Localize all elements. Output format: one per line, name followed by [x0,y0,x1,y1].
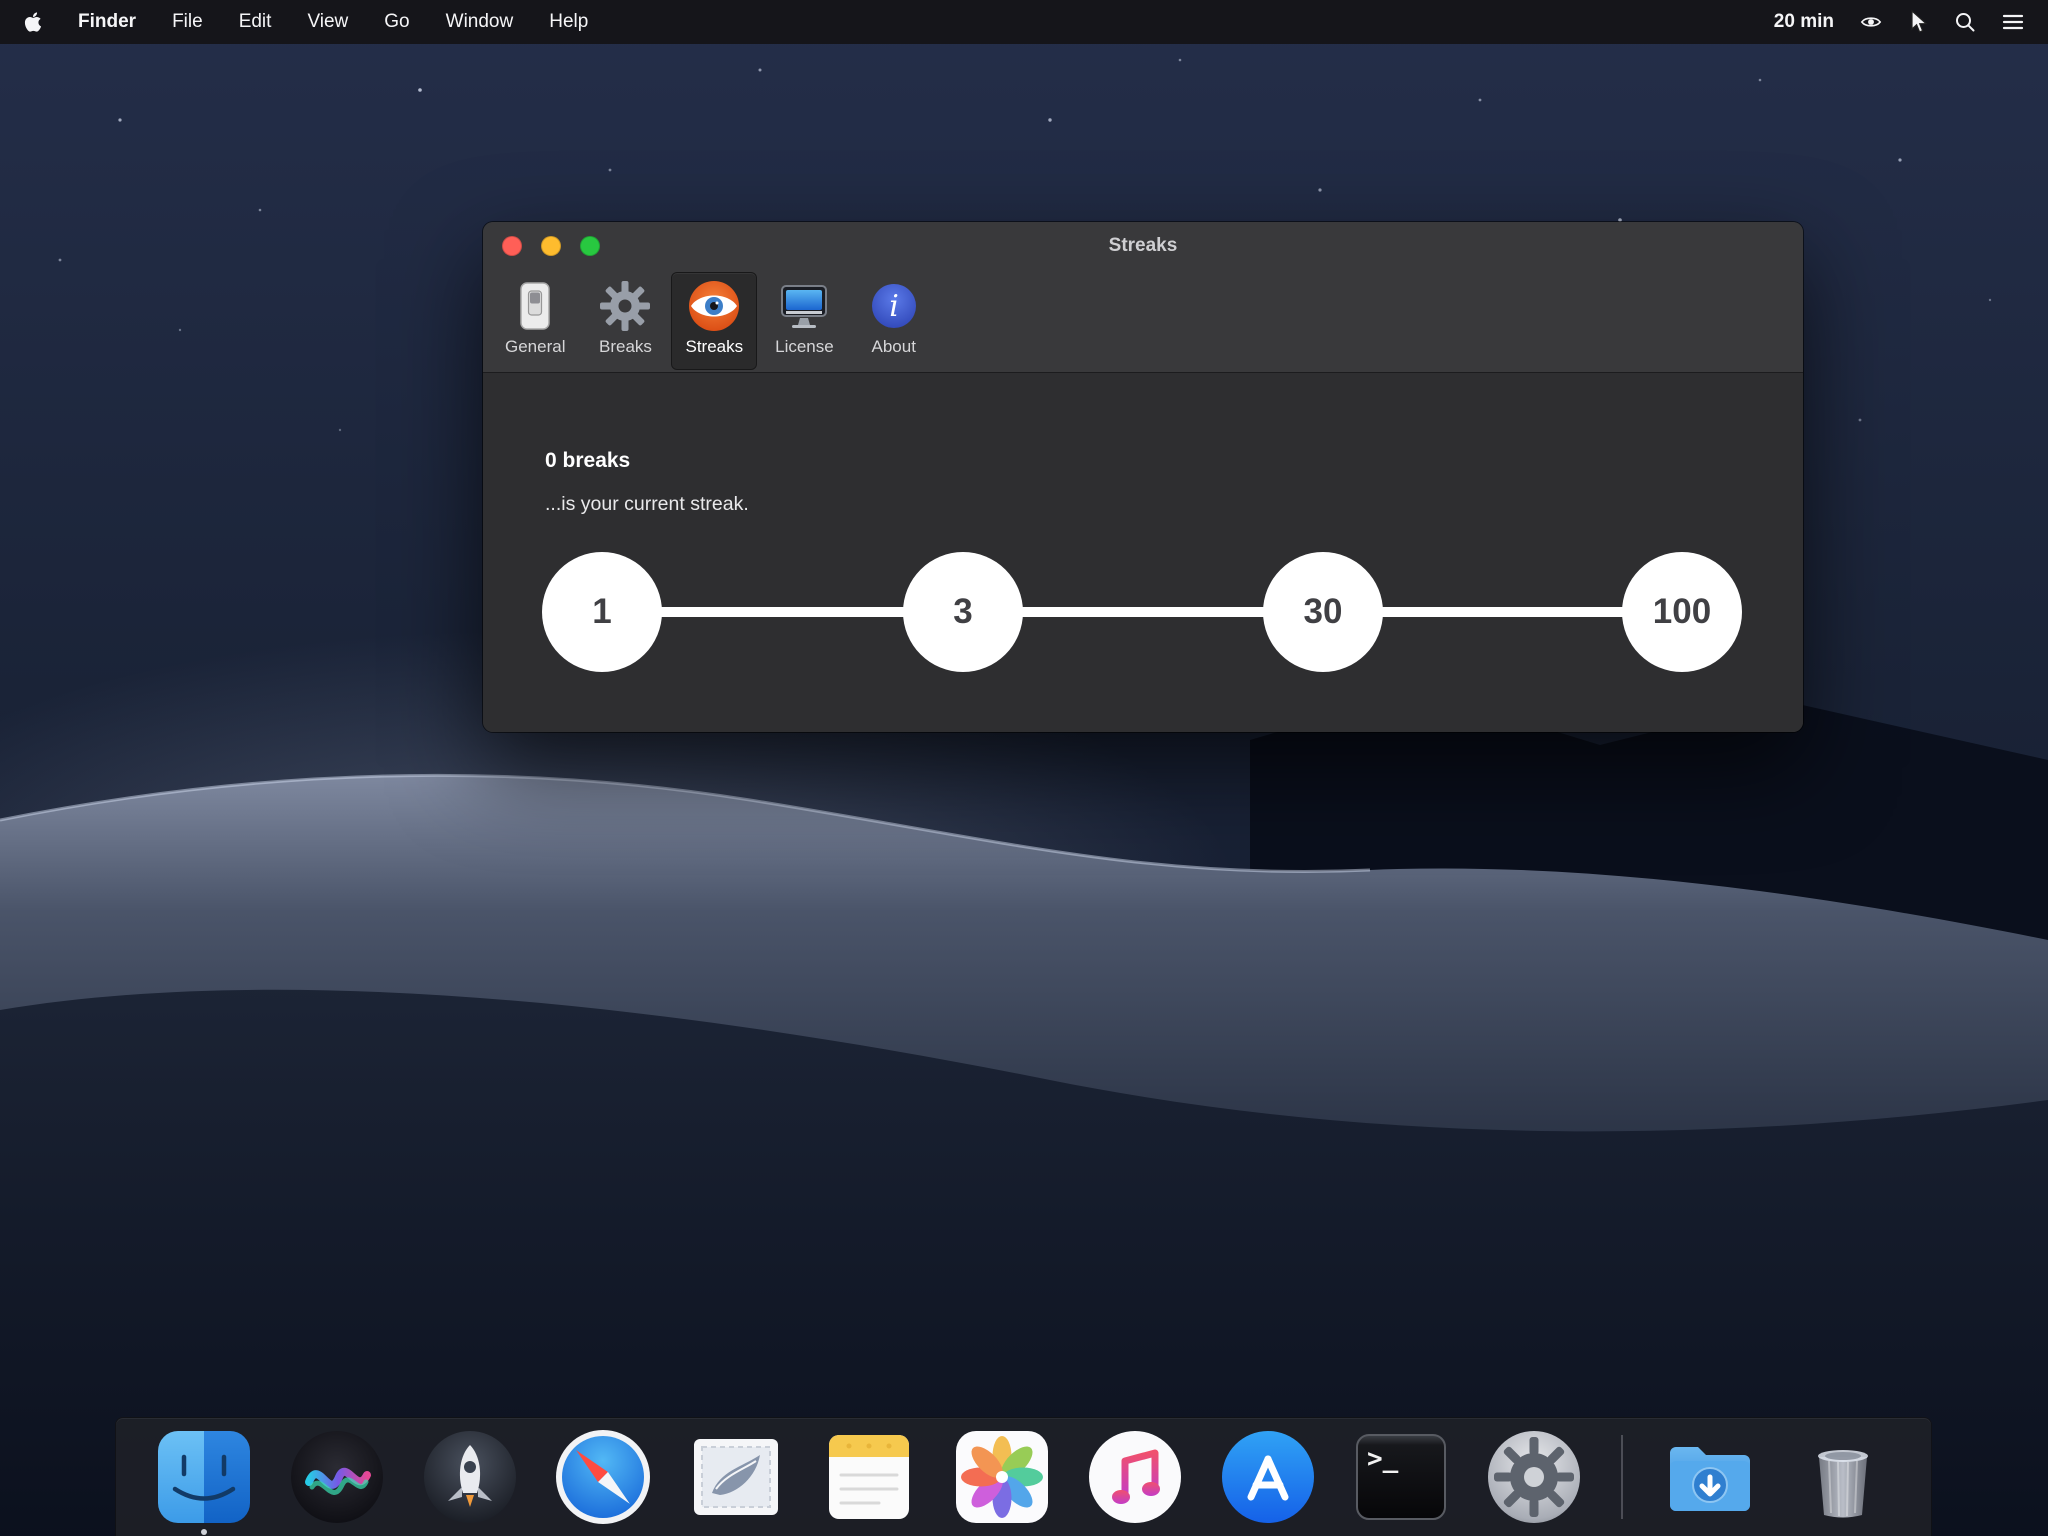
milestone-value: 100 [1653,592,1711,632]
minimize-button[interactable] [541,236,561,256]
milestone-line [602,607,1682,617]
notification-center-icon[interactable] [2002,13,2024,31]
tab-about[interactable]: i About [852,272,936,370]
itunes-icon [1085,1427,1185,1527]
running-indicator [201,1529,207,1535]
dock: >_ [115,1417,1932,1536]
dock-divider [1621,1435,1623,1519]
photos-icon [952,1427,1052,1527]
dock-item-downloads[interactable] [1660,1427,1760,1527]
streak-subtitle: ...is your current streak. [545,493,749,516]
milestone-3: 3 [903,552,1023,672]
timeout-timer-label[interactable]: 20 min [1774,11,1834,33]
light-switch-icon [507,278,563,334]
launchpad-icon [420,1427,520,1527]
milestone-1: 1 [542,552,662,672]
dock-item-photos[interactable] [952,1427,1052,1527]
eye-status-icon [1860,14,1882,30]
preferences-toolbar: General [483,270,1803,370]
system-preferences-icon [1484,1427,1584,1527]
milestone-value: 1 [592,592,611,632]
dock-item-app-store[interactable] [1218,1427,1318,1527]
siri-icon [287,1427,387,1527]
svg-text:>_: >_ [1367,1444,1399,1474]
window-title: Streaks [1109,235,1178,257]
tab-label: About [872,337,916,357]
milestone-100: 100 [1622,552,1742,672]
mouse-cursor-icon [1908,9,1928,35]
dock-item-trash[interactable] [1793,1427,1893,1527]
dock-item-terminal[interactable]: >_ [1351,1427,1451,1527]
app-store-icon [1218,1427,1318,1527]
close-button[interactable] [502,236,522,256]
gear-icon [597,278,653,334]
menu-file[interactable]: File [172,11,203,33]
menu-edit[interactable]: Edit [239,11,272,33]
svg-text:i: i [889,289,899,324]
title-bar[interactable]: Streaks [483,222,1803,270]
dock-item-itunes[interactable] [1085,1427,1185,1527]
menu-view[interactable]: View [307,11,348,33]
menu-help[interactable]: Help [549,11,588,33]
streaks-window: Streaks General [483,222,1803,732]
dock-item-safari[interactable] [553,1427,653,1527]
tab-label: Streaks [685,337,743,357]
desktop: Finder File Edit View Go Window Help 20 … [0,0,2048,1536]
window-header: Streaks General [483,222,1803,373]
notes-icon [819,1427,919,1527]
downloads-folder-icon [1660,1427,1760,1527]
menu-bar: Finder File Edit View Go Window Help 20 … [0,0,2048,44]
display-icon [776,278,832,334]
tab-streaks[interactable]: Streaks [671,272,757,370]
milestone-30: 30 [1263,552,1383,672]
apple-menu[interactable] [24,11,42,33]
dock-item-system-preferences[interactable] [1484,1427,1584,1527]
dock-item-finder[interactable] [154,1427,254,1527]
mail-icon [686,1427,786,1527]
tab-label: General [505,337,565,357]
streak-count: 0 breaks [545,449,630,473]
terminal-icon: >_ [1351,1427,1451,1527]
zoom-button[interactable] [580,236,600,256]
dock-item-mail[interactable] [686,1427,786,1527]
dock-item-launchpad[interactable] [420,1427,520,1527]
tab-label: License [775,337,834,357]
info-icon: i [866,278,922,334]
dock-item-siri[interactable] [287,1427,387,1527]
tab-license[interactable]: License [761,272,848,370]
milestone-value: 30 [1304,592,1343,632]
dock-item-notes[interactable] [819,1427,919,1527]
trash-icon [1793,1427,1893,1527]
tab-label: Breaks [599,337,652,357]
streaks-content: 0 breaks ...is your current streak. 1 3 … [483,373,1803,732]
menu-window[interactable]: Window [446,11,514,33]
safari-icon [553,1427,653,1527]
tab-general[interactable]: General [491,272,579,370]
spotlight-search-icon[interactable] [1954,11,1976,33]
milestone-value: 3 [953,592,972,632]
tab-breaks[interactable]: Breaks [583,272,667,370]
apple-icon [24,11,42,33]
finder-icon [154,1427,254,1527]
eye-icon [686,278,742,334]
app-menu-finder[interactable]: Finder [78,11,136,33]
menu-go[interactable]: Go [384,11,409,33]
timeout-menu-item[interactable] [1860,14,1882,30]
